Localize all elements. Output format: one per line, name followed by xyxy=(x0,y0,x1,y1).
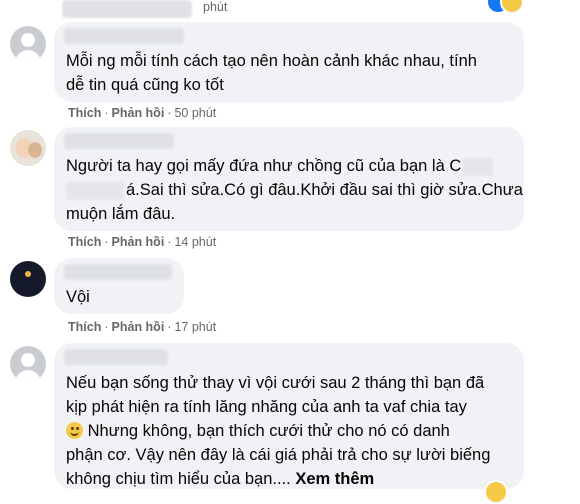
like-link[interactable]: Thích xyxy=(68,106,101,120)
comment-text-line: Vội xyxy=(66,288,90,306)
redacted-word xyxy=(66,181,124,200)
avatar[interactable] xyxy=(10,261,46,297)
avatar[interactable] xyxy=(10,26,46,62)
comment-actions: Thích · Phản hồi · 17 phút xyxy=(68,320,217,334)
comment-time[interactable]: phút xyxy=(203,0,227,14)
comment-text-line: muộn lắm đâu. xyxy=(66,205,176,223)
reply-link[interactable]: Phản hồi xyxy=(112,235,165,249)
reply-link[interactable]: Phản hồi xyxy=(112,320,165,334)
redacted-name xyxy=(64,349,168,365)
comment-text-line: Mỗi ng mỗi tính cách tạo nên hoàn cảnh k… xyxy=(66,52,477,70)
avatar[interactable] xyxy=(10,130,46,166)
comment-time[interactable]: 50 phút xyxy=(174,106,216,120)
smile-emoji-icon xyxy=(66,422,83,439)
comment-text-line: dễ tin quá cũng ko tốt xyxy=(66,76,224,94)
redacted-name xyxy=(64,264,172,280)
comment-actions: Thích · Phản hồi · 14 phút xyxy=(68,235,217,249)
redacted-name xyxy=(62,0,192,18)
comment-actions: Thích · Phản hồi · 50 phút xyxy=(68,106,217,120)
comment-text-line: phận cơ. Vậy nên đây là cái giá phải trả… xyxy=(66,446,491,464)
redacted-name xyxy=(64,133,174,149)
haha-reaction-icon[interactable] xyxy=(484,480,508,504)
comment-text-line: kịp phát hiện ra tính lăng nhăng của anh… xyxy=(66,398,467,416)
comment-text-line: Nếu bạn sống thử thay vì vội cưới sau 2 … xyxy=(66,374,485,392)
comment-text-line: không chịu tìm hiểu của bạn.... Xem thêm xyxy=(66,470,375,488)
like-link[interactable]: Thích xyxy=(68,320,101,334)
like-link[interactable]: Thích xyxy=(68,235,101,249)
redacted-word xyxy=(463,157,494,176)
comment-time[interactable]: 14 phút xyxy=(174,235,216,249)
redacted-name xyxy=(64,28,184,44)
avatar[interactable] xyxy=(10,346,46,382)
reply-link[interactable]: Phản hồi xyxy=(112,106,165,120)
comment-text-line: Nhưng không, bạn thích cưới thử cho nó c… xyxy=(66,419,450,444)
comment-time[interactable]: 17 phút xyxy=(174,320,216,334)
comment-text-line: Người ta hay gọi mấy đứa như chồng cũ củ… xyxy=(66,154,494,179)
comment-text-line: á.Sai thì sửa.Có gì đâu.Khởi đầu sai thì… xyxy=(66,178,523,203)
see-more-link[interactable]: Xem thêm xyxy=(295,470,374,488)
